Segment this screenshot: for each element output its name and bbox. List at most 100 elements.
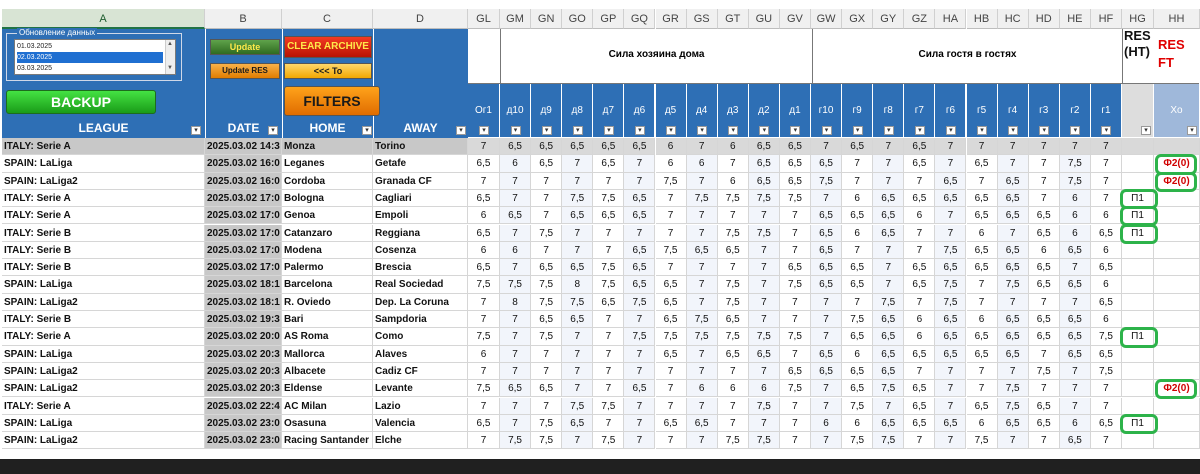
- strength-value-cell[interactable]: 6: [1059, 224, 1091, 242]
- strength-value-cell[interactable]: 7: [1028, 345, 1060, 363]
- res-ft-cell[interactable]: [1154, 293, 1200, 311]
- strength-value-cell[interactable]: 7: [686, 293, 718, 311]
- date-cell[interactable]: 2025.03.02 18:1: [205, 276, 282, 294]
- filter-dropdown-icon[interactable]: ▾: [914, 126, 925, 135]
- strength-value-cell[interactable]: 6,5: [873, 362, 905, 381]
- strength-value-cell[interactable]: 6,5: [997, 259, 1029, 277]
- strength-value-cell[interactable]: 6,5: [904, 345, 936, 363]
- res-ht-cell[interactable]: [1122, 380, 1154, 398]
- strength-value-cell[interactable]: 6,5: [1090, 224, 1122, 242]
- strength-value-cell[interactable]: 7,5: [593, 397, 625, 415]
- strength-value-cell[interactable]: 7: [1059, 380, 1091, 398]
- strength-value-cell[interactable]: 7: [468, 172, 500, 190]
- strength-value-cell[interactable]: 6,5: [655, 345, 687, 363]
- strength-value-cell[interactable]: 7,5: [997, 276, 1029, 294]
- column-letter[interactable]: HF: [1090, 9, 1122, 29]
- league-cell[interactable]: ITALY: Serie A: [2, 397, 205, 415]
- strength-value-cell[interactable]: 6,5: [562, 259, 594, 277]
- date-cell[interactable]: 2025.03.02 23:0: [205, 414, 282, 433]
- strength-value-cell[interactable]: 7: [935, 380, 967, 398]
- res-ft-cell[interactable]: [1154, 241, 1200, 260]
- strength-value-cell[interactable]: 7: [748, 293, 780, 311]
- strength-value-cell[interactable]: 7: [904, 362, 936, 381]
- filter-dropdown-icon[interactable]: ▾: [1008, 126, 1019, 135]
- league-cell[interactable]: SPAIN: LaLiga: [2, 155, 205, 173]
- filter-dropdown-icon[interactable]: ▾: [728, 126, 739, 135]
- strength-value-cell[interactable]: 7: [593, 345, 625, 363]
- strength-value-cell[interactable]: 7: [811, 380, 843, 398]
- league-cell[interactable]: ITALY: Serie A: [2, 138, 205, 156]
- strength-value-cell[interactable]: 7: [686, 138, 718, 156]
- strength-value-cell[interactable]: 7,5: [593, 276, 625, 294]
- strength-value-cell[interactable]: 7: [1059, 362, 1091, 381]
- home-team-cell[interactable]: Albacete: [282, 362, 373, 381]
- strength-value-cell[interactable]: 7: [624, 362, 656, 381]
- strength-value-cell[interactable]: 7: [655, 207, 687, 225]
- strength-value-cell[interactable]: 6,5: [873, 311, 905, 329]
- strength-value-cell[interactable]: 6: [966, 224, 998, 242]
- strength-value-cell[interactable]: 6,5: [624, 138, 656, 156]
- league-cell[interactable]: SPAIN: LaLiga: [2, 276, 205, 294]
- strength-value-cell[interactable]: 6,5: [562, 138, 594, 156]
- strength-value-cell[interactable]: 7: [1028, 155, 1060, 173]
- strength-value-cell[interactable]: 6,5: [935, 189, 967, 208]
- column-letter[interactable]: GV: [779, 9, 811, 29]
- strength-value-cell[interactable]: 6: [717, 138, 749, 156]
- strength-value-cell[interactable]: 6: [655, 138, 687, 156]
- listbox-scrollbar[interactable]: ▲ ▼: [165, 40, 175, 74]
- strength-value-cell[interactable]: 7: [842, 155, 874, 173]
- strength-value-cell[interactable]: 6,5: [500, 380, 532, 398]
- strength-value-cell[interactable]: 6: [748, 380, 780, 398]
- strength-value-cell[interactable]: 7,5: [748, 397, 780, 415]
- strength-value-cell[interactable]: 6,5: [1059, 311, 1091, 329]
- strength-value-cell[interactable]: 7: [717, 362, 749, 381]
- strength-value-cell[interactable]: 6,5: [1059, 432, 1091, 450]
- strength-value-cell[interactable]: 7: [593, 311, 625, 329]
- strength-value-cell[interactable]: 7: [1028, 189, 1060, 208]
- strength-value-cell[interactable]: 7: [531, 189, 563, 208]
- strength-value-cell[interactable]: 6: [686, 155, 718, 173]
- strength-value-cell[interactable]: 7: [779, 293, 811, 311]
- strength-value-cell[interactable]: 7: [686, 172, 718, 190]
- strength-value-cell[interactable]: 6,5: [811, 207, 843, 225]
- strength-value-cell[interactable]: 6,5: [624, 207, 656, 225]
- date-listbox[interactable]: 01.03.2025 02.03.2025 03.03.2025 ▲ ▼: [14, 39, 176, 75]
- filter-dropdown-icon[interactable]: ▾: [759, 126, 770, 135]
- strength-value-cell[interactable]: 6,5: [468, 189, 500, 208]
- strength-value-cell[interactable]: 7: [842, 172, 874, 190]
- date-cell[interactable]: 2025.03.02 17:0: [205, 224, 282, 242]
- date-cell[interactable]: 2025.03.02 20:0: [205, 328, 282, 346]
- strength-value-cell[interactable]: 7,5: [562, 397, 594, 415]
- strength-value-cell[interactable]: 7: [624, 345, 656, 363]
- strength-value-cell[interactable]: 6,5: [997, 241, 1029, 260]
- strength-value-cell[interactable]: 7,5: [842, 432, 874, 450]
- home-team-cell[interactable]: Palermo: [282, 259, 373, 277]
- column-letter[interactable]: HC: [997, 9, 1029, 29]
- strength-value-cell[interactable]: 7: [468, 362, 500, 381]
- date-cell[interactable]: 2025.03.02 19:3: [205, 311, 282, 329]
- strength-value-cell[interactable]: 6,5: [593, 293, 625, 311]
- strength-value-cell[interactable]: 7: [1028, 380, 1060, 398]
- strength-value-cell[interactable]: 6,5: [1059, 241, 1091, 260]
- strength-value-cell[interactable]: 6,5: [811, 155, 843, 173]
- strength-value-cell[interactable]: 6,5: [966, 189, 998, 208]
- strength-value-cell[interactable]: 7,5: [842, 311, 874, 329]
- home-team-cell[interactable]: AS Roma: [282, 328, 373, 346]
- strength-value-cell[interactable]: 6,5: [904, 380, 936, 398]
- date-cell[interactable]: 2025.03.02 14:3: [205, 138, 282, 156]
- date-cell[interactable]: 2025.03.02 20:3: [205, 380, 282, 398]
- scroll-down-icon[interactable]: ▼: [167, 65, 173, 71]
- strength-value-cell[interactable]: 7,5: [1059, 172, 1091, 190]
- strength-value-cell[interactable]: 7: [686, 362, 718, 381]
- res-ft-cell[interactable]: [1154, 259, 1200, 277]
- strength-value-cell[interactable]: 7: [748, 207, 780, 225]
- strength-value-cell[interactable]: 7: [531, 345, 563, 363]
- league-cell[interactable]: ITALY: Serie B: [2, 224, 205, 242]
- strength-value-cell[interactable]: 7: [811, 397, 843, 415]
- strength-value-cell[interactable]: 7: [717, 155, 749, 173]
- strength-value-cell[interactable]: 6,5: [1059, 345, 1091, 363]
- filter-dropdown-icon[interactable]: ▾: [1187, 126, 1197, 135]
- away-team-cell[interactable]: Elche: [373, 432, 468, 450]
- strength-value-cell[interactable]: 7: [811, 138, 843, 156]
- filter-dropdown-icon[interactable]: ▾: [510, 126, 521, 135]
